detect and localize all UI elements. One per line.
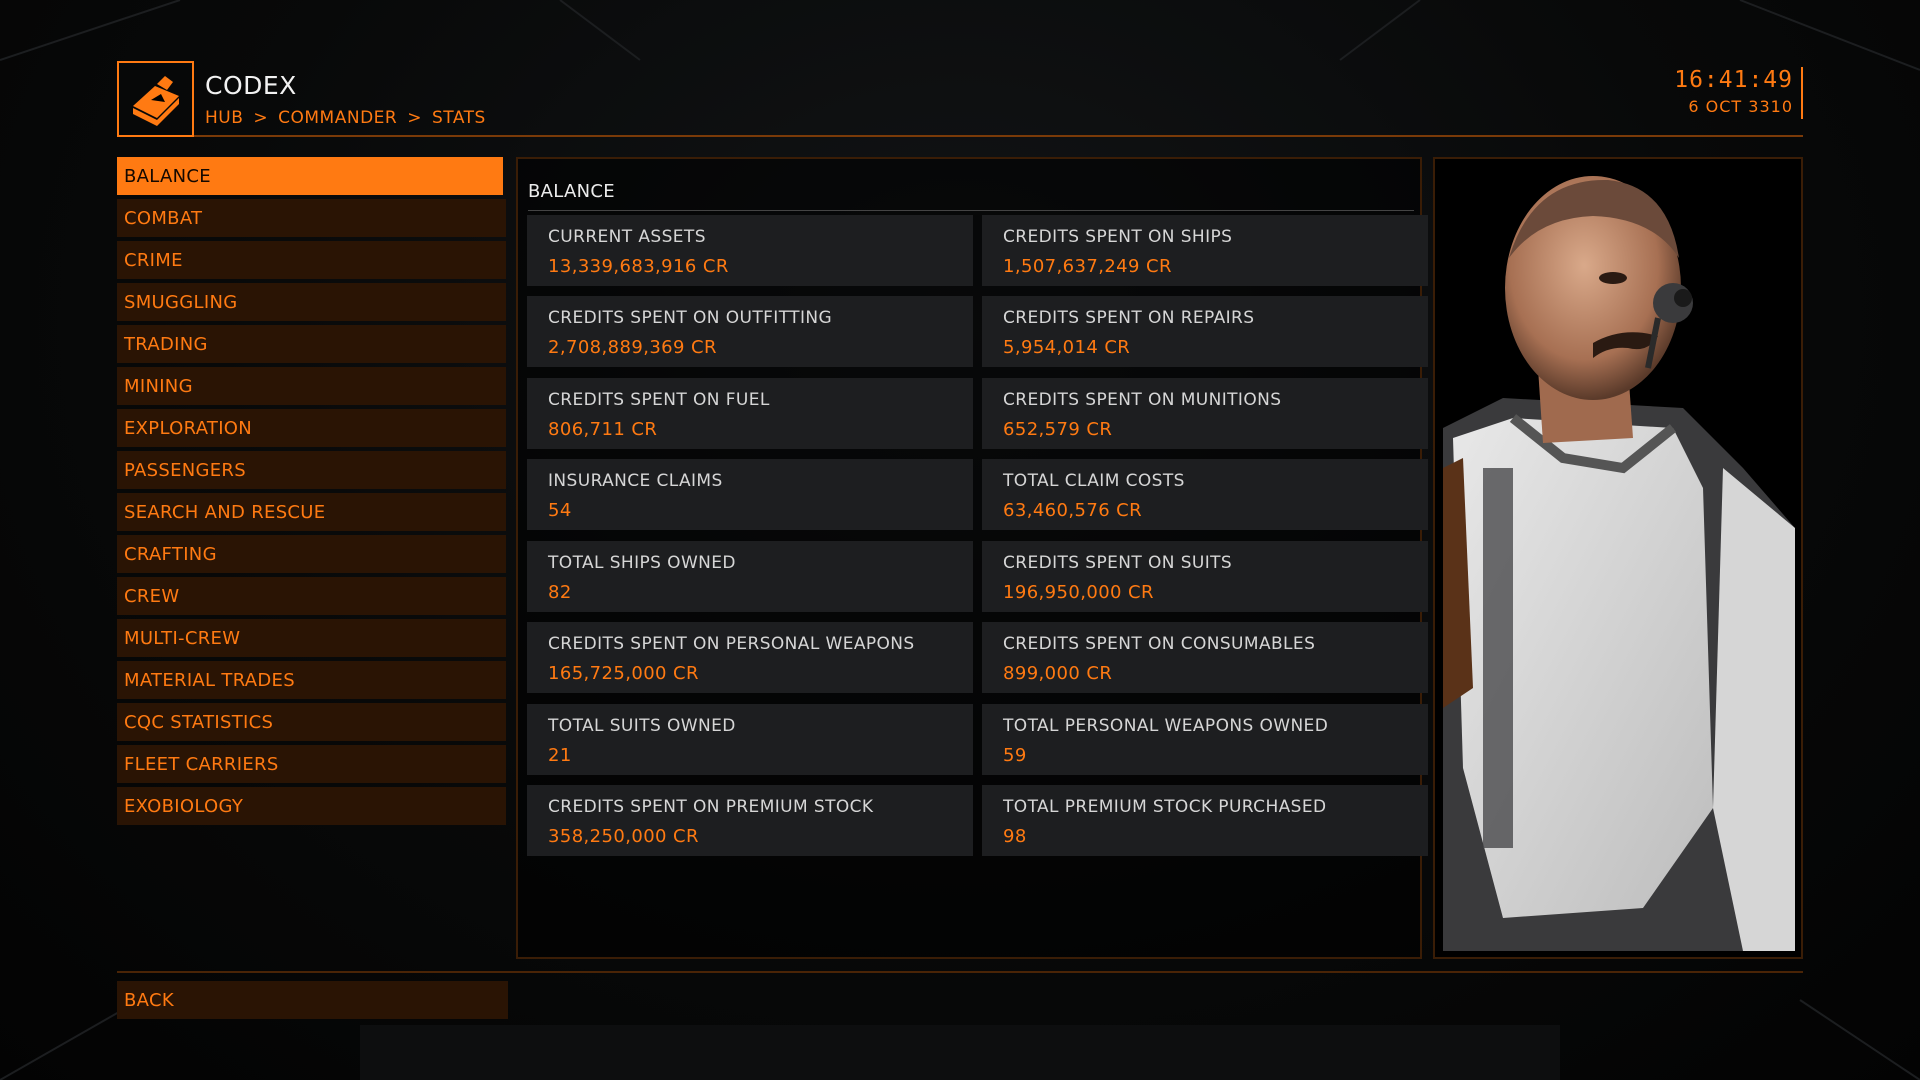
footer-divider (117, 971, 1803, 973)
stat-card: INSURANCE CLAIMS 54 (527, 459, 973, 530)
breadcrumb-separator: > (407, 108, 422, 128)
stat-label: CREDITS SPENT ON CONSUMABLES (1003, 634, 1316, 654)
sidebar-item-combat[interactable]: COMBAT (117, 199, 506, 237)
sidebar-item-passengers[interactable]: PASSENGERS (117, 451, 506, 489)
stat-value: 806,711 CR (548, 419, 658, 440)
stat-label: CREDITS SPENT ON REPAIRS (1003, 308, 1255, 328)
sidebar-item-trading[interactable]: TRADING (117, 325, 506, 363)
stat-card: CREDITS SPENT ON OUTFITTING 2,708,889,36… (527, 296, 973, 367)
stat-label: INSURANCE CLAIMS (548, 471, 723, 491)
stat-label: TOTAL SUITS OWNED (548, 716, 736, 736)
breadcrumb-stats: STATS (431, 108, 486, 128)
stat-card: TOTAL PREMIUM STOCK PURCHASED 98 (982, 785, 1428, 856)
stat-label: CREDITS SPENT ON SUITS (1003, 553, 1233, 573)
stat-value: 899,000 CR (1003, 663, 1113, 684)
stat-card: TOTAL SUITS OWNED 21 (527, 704, 973, 775)
stat-card: CREDITS SPENT ON PERSONAL WEAPONS 165,72… (527, 622, 973, 693)
sidebar-item-search-and-rescue[interactable]: SEARCH AND RESCUE (117, 493, 506, 531)
stat-value: 652,579 CR (1003, 419, 1113, 440)
stats-panel: BALANCE CURRENT ASSETS 13,339,683,916 CR… (516, 157, 1428, 959)
sidebar-item-exobiology[interactable]: EXOBIOLOGY (117, 787, 506, 825)
header: CODEX HUB > COMMANDER > STATS 16:41:49 6 OCT… (117, 61, 1803, 137)
stat-value: 98 (1003, 826, 1027, 847)
stat-label: TOTAL CLAIM COSTS (1003, 471, 1185, 491)
clock: 16:41:49 6 OCT 3310 (1674, 67, 1803, 119)
stat-card: CREDITS SPENT ON SHIPS 1,507,637,249 CR (982, 215, 1428, 286)
sidebar-item-cqc-statistics[interactable]: CQC STATISTICS (117, 703, 506, 741)
stat-value: 358,250,000 CR (548, 826, 699, 847)
stat-card: TOTAL PERSONAL WEAPONS OWNED 59 (982, 704, 1428, 775)
stat-value: 196,950,000 CR (1003, 582, 1154, 603)
breadcrumb-commander[interactable]: COMMANDER (278, 108, 397, 128)
panel-title: BALANCE (528, 181, 1414, 211)
current-time: 16:41:49 (1674, 67, 1793, 93)
stat-card: CURRENT ASSETS 13,339,683,916 CR (527, 215, 973, 286)
stat-card: TOTAL SHIPS OWNED 82 (527, 541, 973, 612)
stat-label: CURRENT ASSETS (548, 227, 706, 247)
stat-value: 2,708,889,369 CR (548, 337, 717, 358)
stat-card: CREDITS SPENT ON REPAIRS 5,954,014 CR (982, 296, 1428, 367)
stat-card: CREDITS SPENT ON SUITS 196,950,000 CR (982, 541, 1428, 612)
back-button[interactable]: BACK (117, 981, 508, 1019)
stat-label: CREDITS SPENT ON SHIPS (1003, 227, 1233, 247)
breadcrumb-separator: > (253, 108, 269, 128)
stat-value: 1,507,637,249 CR (1003, 256, 1172, 277)
breadcrumb: HUB > COMMANDER > STATS (205, 108, 486, 128)
stat-value: 5,954,014 CR (1003, 337, 1131, 358)
stat-value: 13,339,683,916 CR (548, 256, 729, 277)
stat-card: CREDITS SPENT ON PREMIUM STOCK 358,250,0… (527, 785, 973, 856)
sidebar-item-crafting[interactable]: CRAFTING (117, 535, 506, 573)
sidebar-item-crime[interactable]: CRIME (117, 241, 506, 279)
stat-value: 165,725,000 CR (548, 663, 699, 684)
stat-label: CREDITS SPENT ON PREMIUM STOCK (548, 797, 874, 817)
commander-avatar (1443, 176, 1795, 951)
codex-logo (117, 61, 194, 137)
sidebar-item-multi-crew[interactable]: MULTI-CREW (117, 619, 506, 657)
stat-card: CREDITS SPENT ON FUEL 806,711 CR (527, 378, 973, 449)
sidebar-item-balance[interactable]: BALANCE (117, 157, 503, 195)
stat-value: 59 (1003, 745, 1027, 766)
page-title: CODEX (205, 71, 297, 100)
stat-label: CREDITS SPENT ON FUEL (548, 390, 770, 410)
sidebar-item-mining[interactable]: MINING (117, 367, 506, 405)
breadcrumb-hub[interactable]: HUB (205, 108, 243, 128)
sidebar-item-exploration[interactable]: EXPLORATION (117, 409, 506, 447)
commander-portrait (1433, 157, 1803, 959)
codex-book-icon (132, 76, 179, 126)
stat-value: 21 (548, 745, 572, 766)
stat-label: TOTAL SHIPS OWNED (548, 553, 736, 573)
sidebar-item-material-trades[interactable]: MATERIAL TRADES (117, 661, 506, 699)
stat-value: 63,460,576 CR (1003, 500, 1143, 521)
current-date: 6 OCT 3310 (1688, 97, 1793, 116)
stat-label: CREDITS SPENT ON PERSONAL WEAPONS (548, 634, 915, 654)
stat-label: CREDITS SPENT ON OUTFITTING (548, 308, 833, 328)
sidebar-item-fleet-carriers[interactable]: FLEET CARRIERS (117, 745, 506, 783)
stat-card: CREDITS SPENT ON CONSUMABLES 899,000 CR (982, 622, 1428, 693)
stat-card: CREDITS SPENT ON MUNITIONS 652,579 CR (982, 378, 1428, 449)
stat-value: 82 (548, 582, 572, 603)
stat-value: 54 (548, 500, 572, 521)
sidebar-item-smuggling[interactable]: SMUGGLING (117, 283, 506, 321)
sidebar: BALANCE COMBAT CRIME SMUGGLING TRADING M… (117, 157, 506, 829)
stat-label: TOTAL PREMIUM STOCK PURCHASED (1003, 797, 1327, 817)
sidebar-item-crew[interactable]: CREW (117, 577, 506, 615)
stat-label: TOTAL PERSONAL WEAPONS OWNED (1003, 716, 1329, 736)
stat-label: CREDITS SPENT ON MUNITIONS (1003, 390, 1282, 410)
stat-card: TOTAL CLAIM COSTS 63,460,576 CR (982, 459, 1428, 530)
